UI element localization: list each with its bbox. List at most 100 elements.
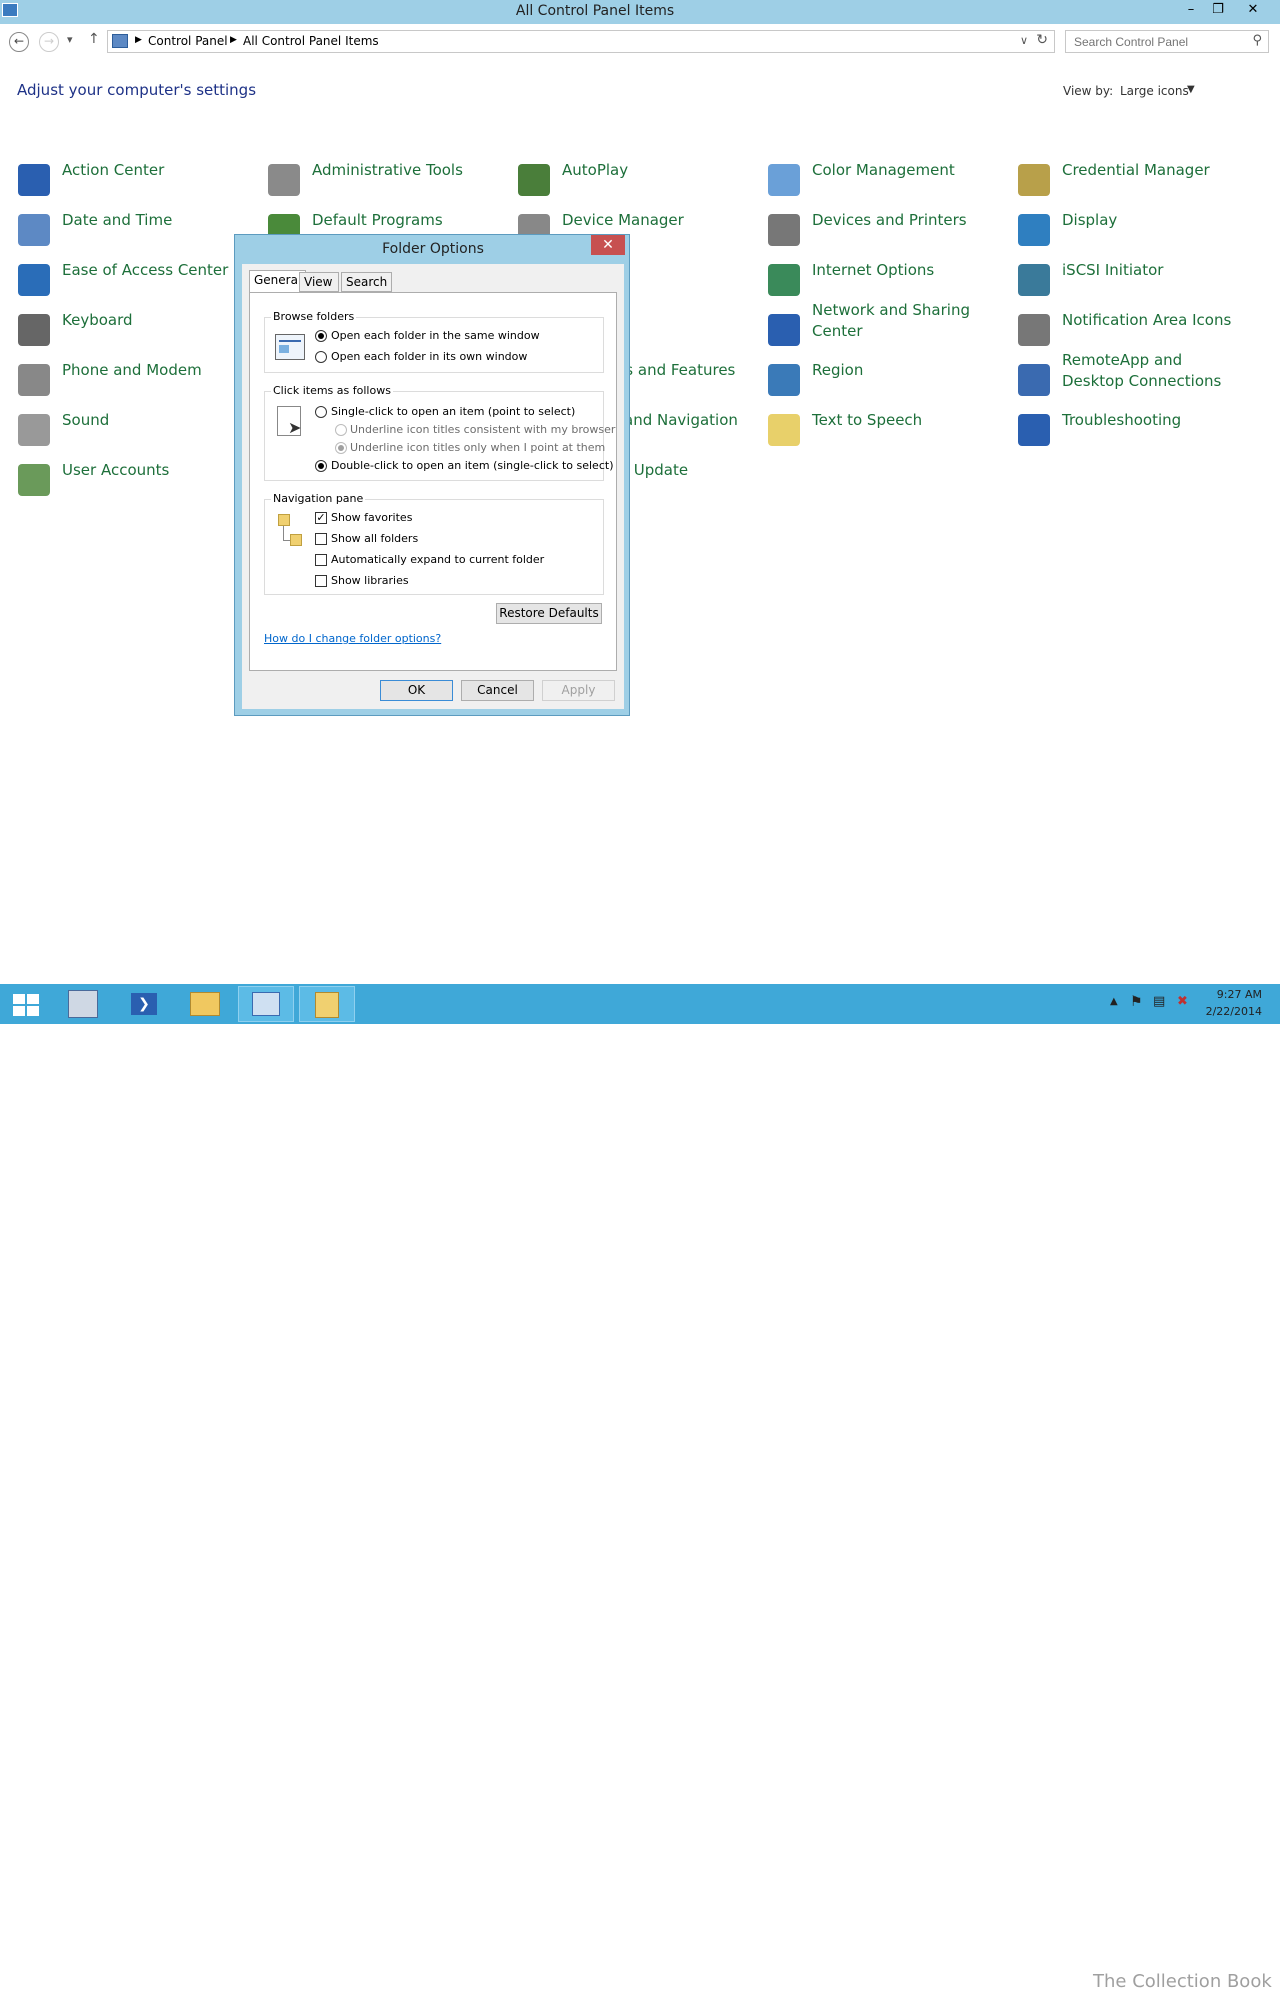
- cp-item-label[interactable]: Notification Area Icons: [1062, 310, 1231, 331]
- checkbox-show-all-folders[interactable]: [315, 533, 327, 545]
- ok-button[interactable]: OK: [380, 680, 453, 701]
- action-center-flag-icon[interactable]: ⚑: [1130, 994, 1143, 1010]
- cp-item-label[interactable]: Region: [812, 360, 863, 381]
- cp-item-label[interactable]: Sound: [62, 410, 109, 431]
- cp-item-label[interactable]: Device Manager: [562, 210, 684, 231]
- cp-item-color-management[interactable]: Color Management: [768, 160, 1008, 200]
- apply-button[interactable]: Apply: [542, 680, 615, 701]
- control-panel-taskbar-button[interactable]: [238, 986, 294, 1022]
- cp-item-troubleshooting[interactable]: Troubleshooting: [1018, 410, 1258, 450]
- cp-item-network-and-sharing-center[interactable]: Network and Sharing Center: [768, 300, 1008, 346]
- cp-item-administrative-tools[interactable]: Administrative Tools: [268, 160, 508, 200]
- radio-underline-point[interactable]: [335, 442, 347, 454]
- cp-item-remoteapp-and-desktop-connections[interactable]: RemoteApp and Desktop Connections: [1018, 350, 1258, 396]
- cp-item-label[interactable]: Default Programs: [312, 210, 443, 231]
- breadcrumb-control-panel[interactable]: Control Panel: [148, 34, 228, 48]
- viewby-dropdown[interactable]: Large icons: [1120, 84, 1189, 98]
- cp-item-label[interactable]: User Accounts: [62, 460, 169, 481]
- show-hidden-icons-icon[interactable]: ▲: [1110, 996, 1118, 1007]
- forward-button[interactable]: →: [39, 32, 59, 52]
- server-manager-button[interactable]: [56, 986, 112, 1022]
- cp-item-ease-of-access-center[interactable]: Ease of Access Center: [18, 260, 258, 300]
- tab-general[interactable]: General: [249, 270, 307, 293]
- search-icon[interactable]: ⚲: [1252, 33, 1262, 48]
- help-link[interactable]: How do I change folder options?: [264, 632, 441, 645]
- cp-item-label[interactable]: Color Management: [812, 160, 955, 181]
- cp-item-region[interactable]: Region: [768, 360, 1008, 400]
- address-field[interactable]: ▶ Control Panel ▶ All Control Panel Item…: [107, 30, 1055, 53]
- radio-underline-browser[interactable]: [335, 424, 347, 436]
- radio-double-click-label[interactable]: Double-click to open an item (single-cli…: [331, 459, 613, 472]
- checkbox-show-libraries[interactable]: [315, 575, 327, 587]
- minimize-button[interactable]: –: [1176, 0, 1206, 20]
- cp-item-label[interactable]: Ease of Access Center: [62, 260, 228, 281]
- breadcrumb-all-items[interactable]: All Control Panel Items: [243, 34, 379, 48]
- radio-own-window[interactable]: [315, 351, 327, 363]
- cancel-button[interactable]: Cancel: [461, 680, 534, 701]
- cp-item-display[interactable]: Display: [1018, 210, 1258, 250]
- checkbox-auto-expand-label[interactable]: Automatically expand to current folder: [331, 553, 544, 566]
- powershell-button[interactable]: ❯: [117, 986, 173, 1022]
- restore-button[interactable]: ❐: [1203, 0, 1233, 20]
- recent-locations-chevron-icon[interactable]: ▾: [67, 33, 73, 46]
- cp-item-label[interactable]: AutoPlay: [562, 160, 628, 181]
- cp-item-internet-options[interactable]: Internet Options: [768, 260, 1008, 300]
- folder-options-taskbar-button[interactable]: [299, 986, 355, 1022]
- cp-item-label[interactable]: RemoteApp and Desktop Connections: [1062, 350, 1242, 392]
- cp-item-action-center[interactable]: Action Center: [18, 160, 258, 200]
- address-dropdown-chevron-icon[interactable]: ∨: [1020, 34, 1028, 47]
- cp-item-label[interactable]: Date and Time: [62, 210, 172, 231]
- cp-item-label[interactable]: Text to Speech: [812, 410, 922, 431]
- radio-single-click-label[interactable]: Single-click to open an item (point to s…: [331, 405, 575, 418]
- close-button[interactable]: ✕: [1238, 0, 1268, 20]
- cp-item-user-accounts[interactable]: User Accounts: [18, 460, 258, 500]
- cp-item-notification-area-icons[interactable]: Notification Area Icons: [1018, 310, 1258, 350]
- search-box[interactable]: ⚲: [1065, 30, 1269, 53]
- tab-search[interactable]: Search: [341, 272, 393, 292]
- radio-same-window[interactable]: [315, 330, 327, 342]
- cp-item-label[interactable]: Keyboard: [62, 310, 133, 331]
- cp-item-label[interactable]: Action Center: [62, 160, 164, 181]
- search-input[interactable]: [1066, 31, 1246, 52]
- radio-underline-point-label[interactable]: Underline icon titles only when I point …: [350, 441, 605, 454]
- cp-item-text-to-speech[interactable]: Text to Speech: [768, 410, 1008, 450]
- start-button[interactable]: [0, 986, 56, 1022]
- cp-item-autoplay[interactable]: AutoPlay: [518, 160, 758, 200]
- viewby-dropdown-arrow-icon[interactable]: ▼: [1187, 84, 1195, 95]
- cp-item-label[interactable]: Display: [1062, 210, 1117, 231]
- refresh-icon[interactable]: ↻: [1036, 32, 1048, 48]
- radio-single-click[interactable]: [315, 406, 327, 418]
- radio-double-click[interactable]: [315, 460, 327, 472]
- radio-same-window-label[interactable]: Open each folder in the same window: [331, 329, 540, 342]
- dialog-close-button[interactable]: ✕: [591, 235, 625, 255]
- cp-item-label[interactable]: Internet Options: [812, 260, 934, 281]
- checkbox-show-favorites[interactable]: ✓: [315, 512, 327, 524]
- up-arrow-icon[interactable]: ↑: [88, 31, 100, 47]
- tab-view[interactable]: View: [299, 272, 339, 292]
- radio-underline-browser-label[interactable]: Underline icon titles consistent with my…: [350, 423, 615, 436]
- cp-item-credential-manager[interactable]: Credential Manager: [1018, 160, 1258, 200]
- cp-item-label[interactable]: Troubleshooting: [1062, 410, 1181, 431]
- cp-item-label[interactable]: iSCSI Initiator: [1062, 260, 1163, 281]
- cp-item-date-and-time[interactable]: Date and Time: [18, 210, 258, 250]
- checkbox-show-all-folders-label[interactable]: Show all folders: [331, 532, 418, 545]
- file-explorer-button[interactable]: [178, 986, 234, 1022]
- cp-item-label[interactable]: Credential Manager: [1062, 160, 1210, 181]
- cp-item-label[interactable]: Network and Sharing Center: [812, 300, 992, 342]
- breadcrumb-arrow-icon[interactable]: ▶: [230, 35, 237, 45]
- checkbox-auto-expand[interactable]: [315, 554, 327, 566]
- cp-item-sound[interactable]: Sound: [18, 410, 258, 450]
- cp-item-phone-and-modem[interactable]: Phone and Modem: [18, 360, 258, 400]
- cp-item-label[interactable]: Administrative Tools: [312, 160, 463, 181]
- restore-defaults-button[interactable]: Restore Defaults: [496, 603, 602, 624]
- cp-item-devices-and-printers[interactable]: Devices and Printers: [768, 210, 1008, 250]
- breadcrumb-arrow-icon[interactable]: ▶: [135, 35, 142, 45]
- checkbox-show-libraries-label[interactable]: Show libraries: [331, 574, 409, 587]
- cp-item-label[interactable]: Devices and Printers: [812, 210, 967, 231]
- back-button[interactable]: ←: [9, 32, 29, 52]
- cp-item-label[interactable]: Phone and Modem: [62, 360, 202, 381]
- cp-item-keyboard[interactable]: Keyboard: [18, 310, 258, 350]
- cp-item-iscsi-initiator[interactable]: iSCSI Initiator: [1018, 260, 1258, 300]
- volume-muted-icon[interactable]: ✖: [1177, 994, 1188, 1009]
- network-icon[interactable]: ▤: [1153, 994, 1165, 1009]
